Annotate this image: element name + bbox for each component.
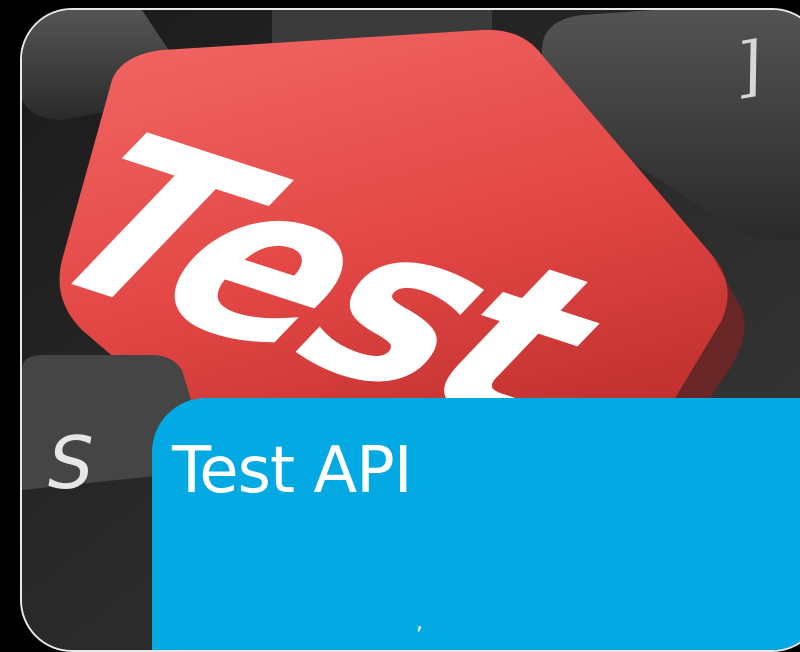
- key-left-fragment: S: [48, 421, 94, 505]
- feature-card: Test ] S Test API ,: [20, 8, 800, 652]
- caption-title: Test API: [172, 434, 413, 508]
- caption-panel: Test API ,: [152, 398, 800, 650]
- caption-subtitle: ,: [416, 610, 423, 635]
